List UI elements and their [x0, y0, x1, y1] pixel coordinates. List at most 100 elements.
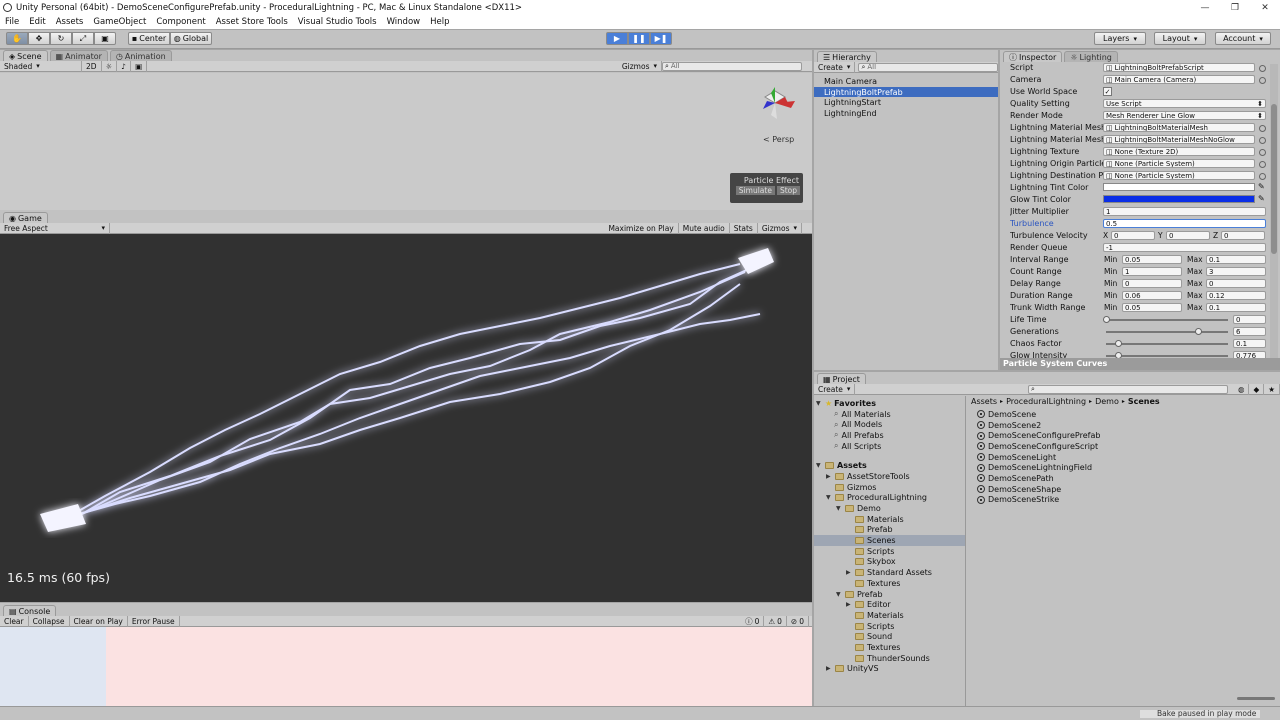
object-picker-icon[interactable] — [1259, 149, 1266, 156]
tab-lighting[interactable]: ☼ Lighting — [1064, 51, 1118, 62]
hierarchy-search-input[interactable]: ⌕ All — [858, 62, 998, 72]
rect-tool-icon[interactable]: ▣ — [94, 32, 116, 45]
folder-item[interactable]: ▼ ProceduralLightning — [814, 493, 965, 504]
hierarchy-item[interactable]: LightningStart — [814, 97, 998, 108]
tab-console[interactable]: ▤ Console — [3, 605, 57, 616]
max-input[interactable]: 0.1 — [1206, 303, 1266, 312]
favorites-header[interactable]: ▼ ★ Favorites — [814, 398, 965, 409]
folder-item[interactable]: Gizmos — [814, 482, 965, 493]
shading-dropdown[interactable]: Shaded — [0, 60, 82, 72]
max-input[interactable]: 0 — [1206, 279, 1266, 288]
scene-file-item[interactable]: DemoSceneStrike — [977, 495, 1280, 506]
inspector-scroll-thumb[interactable] — [1271, 104, 1277, 254]
game-gizmos-dropdown[interactable]: Gizmos — [758, 222, 802, 234]
console-clear-on-play-button[interactable]: Clear on Play — [70, 615, 128, 627]
project-search-input[interactable]: ⌕ — [1027, 384, 1228, 394]
menu-help[interactable]: Help — [425, 17, 454, 27]
object-picker-icon[interactable] — [1259, 161, 1266, 168]
eyedropper-icon[interactable]: ✎ — [1258, 182, 1265, 191]
folder-item[interactable]: Skybox — [814, 557, 965, 568]
slider-thumb[interactable] — [1194, 328, 1202, 335]
scene-file-item[interactable]: DemoScene2 — [977, 420, 1280, 431]
project-create-dropdown[interactable]: Create — [814, 383, 856, 395]
assets-header[interactable]: ▼ Assets — [814, 460, 965, 471]
tab-project[interactable]: ▦ Project — [817, 373, 866, 384]
console-info-count[interactable]: ⓘ 0 — [741, 615, 765, 627]
filter-type-icon[interactable]: ◍ — [1234, 383, 1250, 395]
folder-item[interactable]: Textures — [814, 642, 965, 653]
folder-item[interactable]: ▶ AssetStoreTools — [814, 471, 965, 482]
velocity-z-input[interactable]: 0 — [1221, 231, 1265, 240]
max-input[interactable]: 0.12 — [1206, 291, 1266, 300]
text-input[interactable]: 0.5 — [1103, 219, 1266, 228]
folder-item[interactable]: ▼ Prefab — [814, 589, 965, 600]
folder-item[interactable]: ▶ Standard Assets — [814, 567, 965, 578]
min-input[interactable]: 0.06 — [1122, 291, 1182, 300]
folder-item[interactable]: Prefab — [814, 525, 965, 536]
effects-toggle-icon[interactable]: ▣ — [131, 60, 148, 72]
folder-item[interactable]: Scripts — [814, 621, 965, 632]
favorite-item[interactable]: ⌕ All Scripts — [814, 441, 965, 452]
min-input[interactable]: 0.05 — [1122, 255, 1182, 264]
maximize-on-play-button[interactable]: Maximize on Play — [604, 222, 679, 234]
folder-item[interactable]: ▶ UnityVS — [814, 664, 965, 675]
icon-size-slider[interactable] — [1237, 697, 1275, 700]
hierarchy-item[interactable]: LightningEnd — [814, 108, 998, 119]
expand-arrow-icon[interactable]: ▼ — [836, 591, 845, 598]
expand-arrow-icon[interactable]: ▶ — [826, 473, 835, 480]
color-swatch[interactable] — [1103, 195, 1255, 203]
object-field[interactable]: ◫ LightningBoltPrefabScript — [1103, 63, 1255, 72]
folder-item[interactable]: Scenes — [814, 535, 965, 546]
filter-label-icon[interactable]: ◆ — [1249, 383, 1265, 395]
menu-asset-store-tools[interactable]: Asset Store Tools — [211, 17, 293, 27]
menu-component[interactable]: Component — [151, 17, 210, 27]
text-input[interactable]: 1 — [1103, 207, 1266, 216]
folder-item[interactable]: Materials — [814, 514, 965, 525]
pivot-global-button[interactable]: ◍ Global — [170, 32, 212, 45]
slider-value-input[interactable]: 0.776 — [1233, 351, 1266, 358]
scene-file-item[interactable]: DemoSceneLightningField — [977, 462, 1280, 473]
object-field[interactable]: ◫ Main Camera (Camera) — [1103, 75, 1255, 84]
maximize-icon[interactable]: ❐ — [1220, 3, 1250, 13]
menu-assets[interactable]: Assets — [51, 17, 89, 27]
object-field[interactable]: ◫ None (Particle System) — [1103, 171, 1255, 180]
hierarchy-item[interactable]: LightningBoltPrefab — [814, 86, 998, 98]
use-world-space-checkbox[interactable]: ✓ — [1103, 87, 1112, 96]
enum-dropdown[interactable]: Use Script ⬍ — [1103, 99, 1266, 108]
folder-item[interactable]: ▶ Editor — [814, 599, 965, 610]
expand-arrow-icon[interactable]: ▶ — [846, 601, 855, 608]
simulate-button[interactable]: Simulate — [735, 186, 775, 195]
object-picker-icon[interactable] — [1259, 77, 1266, 84]
play-button[interactable]: ▶ — [606, 32, 628, 45]
tab-scene[interactable]: ◈ Scene — [3, 50, 48, 61]
tab-hierarchy[interactable]: ☰ Hierarchy — [817, 51, 877, 62]
audio-toggle-icon[interactable]: ♪ — [117, 60, 132, 72]
tab-animation[interactable]: ◷ Animation — [109, 50, 172, 61]
particle-system-curves-header[interactable]: Particle System Curves — [1000, 358, 1280, 370]
expand-arrow-icon[interactable]: ▼ — [826, 494, 835, 501]
console-warning-count[interactable]: ⚠ 0 — [764, 615, 787, 627]
folder-item[interactable]: Scripts — [814, 546, 965, 557]
object-picker-icon[interactable] — [1259, 173, 1266, 180]
tab-game[interactable]: ◉ Game — [3, 212, 48, 223]
hierarchy-create-dropdown[interactable]: Create — [814, 61, 856, 73]
expand-arrow-icon[interactable]: ▼ — [816, 462, 825, 469]
menu-edit[interactable]: Edit — [24, 17, 50, 27]
min-input[interactable]: 0 — [1122, 279, 1182, 288]
object-field[interactable]: ◫ LightningBoltMaterialMeshNoGlow — [1103, 135, 1255, 144]
tab-inspector[interactable]: ⓘ Inspector — [1003, 51, 1063, 62]
scene-file-item[interactable]: DemoScenePath — [977, 473, 1280, 484]
slider-track[interactable] — [1106, 340, 1228, 347]
console-collapse-button[interactable]: Collapse — [29, 615, 70, 627]
breadcrumb-item[interactable]: ProceduralLightning — [1006, 397, 1086, 406]
max-input[interactable]: 0.1 — [1206, 255, 1266, 264]
account-dropdown[interactable]: Account — [1215, 32, 1271, 45]
hand-tool-icon[interactable]: ✋ — [6, 32, 28, 45]
enum-dropdown[interactable]: Mesh Renderer Line Glow ⬍ — [1103, 111, 1266, 120]
slider-thumb[interactable] — [1115, 340, 1123, 347]
velocity-y-input[interactable]: 0 — [1166, 231, 1210, 240]
folder-item[interactable]: Materials — [814, 610, 965, 621]
minimize-icon[interactable]: — — [1190, 3, 1220, 13]
pause-button[interactable]: ❚❚ — [628, 32, 650, 45]
tab-animator[interactable]: ▦ Animator — [49, 50, 108, 61]
